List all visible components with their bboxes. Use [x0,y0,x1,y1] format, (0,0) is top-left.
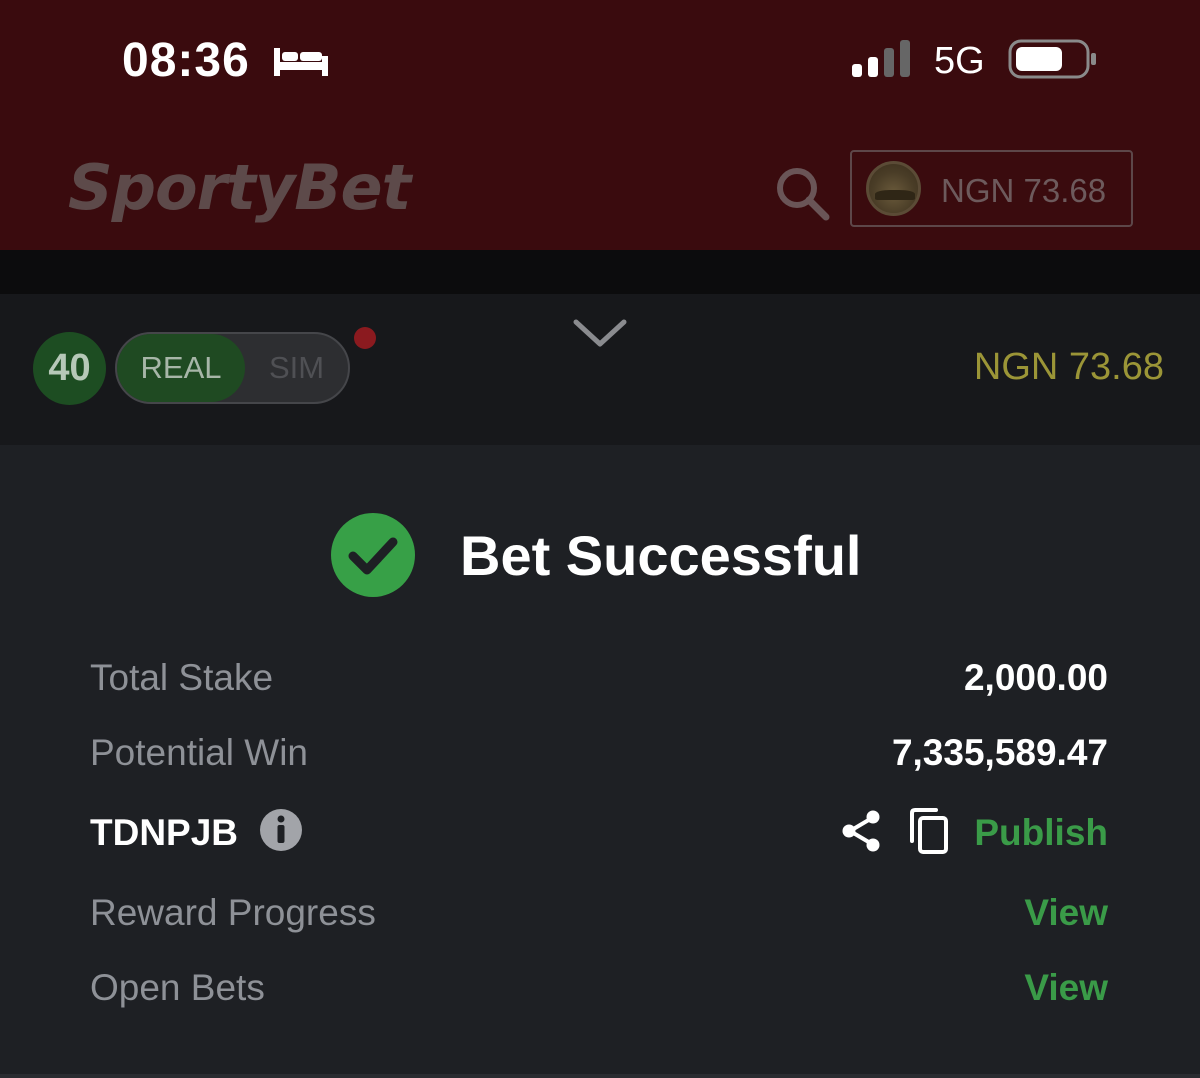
reward-progress-label: Reward Progress [90,892,376,933]
info-icon[interactable] [259,808,303,852]
open-bets-view-link[interactable]: View [1024,967,1108,1009]
copy-icon[interactable] [906,807,950,855]
share-icon[interactable] [840,809,882,853]
search-icon[interactable] [774,165,830,221]
network-type: 5G [934,40,985,82]
avatar [866,161,921,216]
status-time: 08:36 [122,34,250,87]
real-sim-toggle[interactable]: REAL SIM [115,332,350,404]
battery-icon [1008,39,1096,79]
check-circle-icon [331,513,415,597]
sportybet-logo[interactable]: SportyBet [68,151,411,224]
divider-band [0,250,1200,294]
app-header: SportyBet NGN 73.68 [0,125,1200,250]
toggle-sim[interactable]: SIM [245,334,348,402]
selection-count-badge: 40 [33,332,106,405]
account-balance-button[interactable]: NGN 73.68 [850,150,1133,227]
total-stake-label: Total Stake [90,657,274,698]
top-section: 08:36 5G SportyBet NGN 73.68 [0,0,1200,250]
toggle-real[interactable]: REAL [117,334,245,402]
panel-bottom-divider [0,1074,1200,1078]
reward-progress-view-link[interactable]: View [1024,892,1108,934]
notification-dot [354,327,376,349]
header-balance: NGN 73.68 [941,172,1107,209]
signal-icon [852,40,910,77]
open-bets-label: Open Bets [90,967,265,1008]
chevron-down-icon[interactable] [570,314,630,354]
bet-result-panel: Bet Successful Total Stake 2,000.00 Pote… [0,445,1200,1078]
total-stake-value: 2,000.00 [963,657,1108,698]
potential-win-value: 7,335,589.47 [891,732,1108,773]
potential-win-label: Potential Win [90,732,308,773]
result-title: Bet Successful [460,524,862,587]
betslip-bar: 40 REAL SIM NGN 73.68 [0,294,1200,445]
betslip-balance: NGN 73.68 [973,346,1164,388]
publish-button[interactable]: Publish [974,812,1108,854]
booking-code[interactable]: TDNPJB [90,812,238,854]
bed-icon [274,48,328,76]
status-bar: 08:36 5G [0,0,1200,125]
